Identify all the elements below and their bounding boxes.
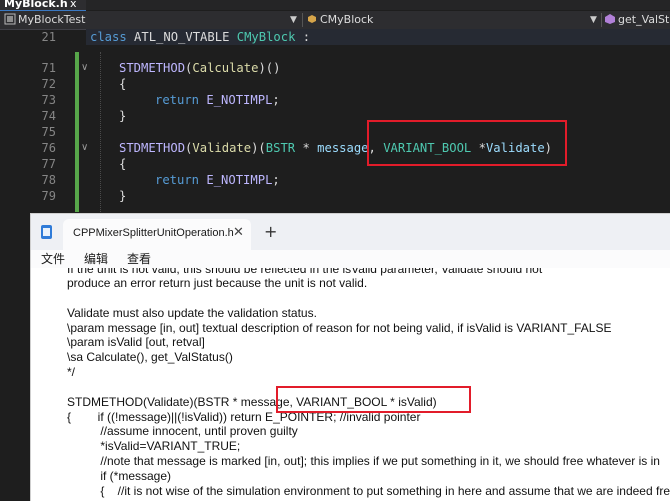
text-line: //note that message is marked [in, out];… xyxy=(67,454,660,468)
code-token: E_NOTIMPL xyxy=(206,173,273,187)
code-token: CMyBlock xyxy=(236,30,296,44)
menu-bar: 文件 编辑 查看 xyxy=(31,250,670,268)
method-icon xyxy=(604,12,616,28)
text-line: */ xyxy=(67,365,76,379)
sticky-code-line: class ATL_NO_VTABLE CMyBlock : xyxy=(90,29,310,45)
code-token: ATL_NO_VTABLE xyxy=(126,30,237,44)
line-number: 76 xyxy=(41,141,56,155)
line-number: 72 xyxy=(41,77,56,91)
close-icon[interactable]: ✕ xyxy=(233,225,244,240)
text-line: Validate must also update the validation… xyxy=(67,306,317,320)
code-token: Validate xyxy=(192,141,252,155)
code-token: STDMETHOD xyxy=(119,141,186,155)
new-tab-button[interactable]: + xyxy=(264,222,277,241)
notepad-icon xyxy=(41,225,52,239)
code-token: )( xyxy=(251,141,266,155)
text-line: \param isValid [out, retval] xyxy=(67,335,205,349)
member-dropdown[interactable]: get_ValStat xyxy=(618,12,670,28)
change-indicator xyxy=(75,52,79,212)
code-token: : xyxy=(295,30,311,44)
code-token: BSTR xyxy=(265,141,296,155)
code-line: } xyxy=(119,109,127,123)
line-number: 75 xyxy=(41,125,56,139)
project-icon xyxy=(4,12,16,28)
code-line: { xyxy=(119,77,127,91)
code-token: * xyxy=(295,141,318,155)
code-line: { xyxy=(119,157,127,171)
highlight-box xyxy=(367,120,567,166)
chevron-down-icon[interactable]: ▼ xyxy=(290,12,297,28)
code-token: )() xyxy=(258,61,281,75)
text-line: produce an error return just because the… xyxy=(67,276,368,290)
line-number: 71 xyxy=(41,61,56,75)
highlight-box xyxy=(276,386,471,413)
class-scope-dropdown[interactable]: CMyBlock xyxy=(320,12,373,28)
menu-view[interactable]: 查看 xyxy=(127,251,151,267)
line-number: 78 xyxy=(41,173,56,187)
line-number: 73 xyxy=(41,93,56,107)
notepad-text-area[interactable]: If the unit is not valid, this should be… xyxy=(31,268,670,501)
code-token: ; xyxy=(272,93,280,107)
notepad-titlebar: CPPMixerSplitterUnitOperation.h ✕ + xyxy=(31,214,670,250)
notepad-window: CPPMixerSplitterUnitOperation.h ✕ + 文件 编… xyxy=(30,213,670,501)
code-token: return xyxy=(155,93,200,107)
line-number: 21 xyxy=(41,30,56,44)
project-dropdown[interactable]: MyBlockTest xyxy=(18,12,85,28)
notepad-file-tab[interactable]: CPPMixerSplitterUnitOperation.h ✕ xyxy=(63,219,251,250)
code-token: class xyxy=(90,30,127,44)
text-line: if (*message) xyxy=(67,469,172,483)
nav-divider xyxy=(601,13,602,27)
close-icon[interactable]: x xyxy=(70,0,77,10)
text-line: \param message [in, out] textual descrip… xyxy=(67,321,612,335)
code-token: message xyxy=(317,141,369,155)
indent-guide xyxy=(100,52,102,212)
line-number: 79 xyxy=(41,189,56,203)
code-line: return E_NOTIMPL; xyxy=(155,172,280,188)
editor-file-tab-label: MyBlock.h xyxy=(4,0,68,10)
code-line: STDMETHOD(Calculate)() xyxy=(119,60,280,76)
text-line: *isValid=VARIANT_TRUE; xyxy=(67,439,241,453)
code-token: return xyxy=(155,173,200,187)
notepad-file-tab-label: CPPMixerSplitterUnitOperation.h xyxy=(73,227,234,239)
nav-divider xyxy=(302,13,303,27)
chevron-down-icon[interactable]: ∨ xyxy=(81,140,88,156)
menu-edit[interactable]: 编辑 xyxy=(84,251,108,267)
text-line: \sa Calculate(), get_ValStatus() xyxy=(67,350,233,364)
code-token: STDMETHOD xyxy=(119,61,186,75)
code-token: ; xyxy=(272,173,280,187)
chevron-down-icon[interactable]: ▼ xyxy=(590,12,597,28)
navigation-bar: MyBlockTest ▼ CMyBlock ▼ get_ValStat xyxy=(0,11,670,30)
code-token: Calculate xyxy=(192,61,259,75)
text-line: If the unit is not valid, this should be… xyxy=(67,268,543,276)
editor-tab-strip xyxy=(86,0,670,10)
chevron-down-icon[interactable]: ∨ xyxy=(81,60,88,76)
code-editor: MyBlock.h x MyBlockTest ▼ CMyBlock ▼ get… xyxy=(0,0,670,215)
class-icon xyxy=(306,12,318,28)
text-line: //assume innocent, until proven guilty xyxy=(67,424,298,438)
line-number: 74 xyxy=(41,109,56,123)
line-number: 77 xyxy=(41,157,56,171)
text-line: { //it is not wise of the simulation env… xyxy=(67,484,670,498)
code-line: return E_NOTIMPL; xyxy=(155,92,280,108)
code-token: E_NOTIMPL xyxy=(206,93,273,107)
code-line: } xyxy=(119,189,127,203)
menu-file[interactable]: 文件 xyxy=(41,251,65,267)
